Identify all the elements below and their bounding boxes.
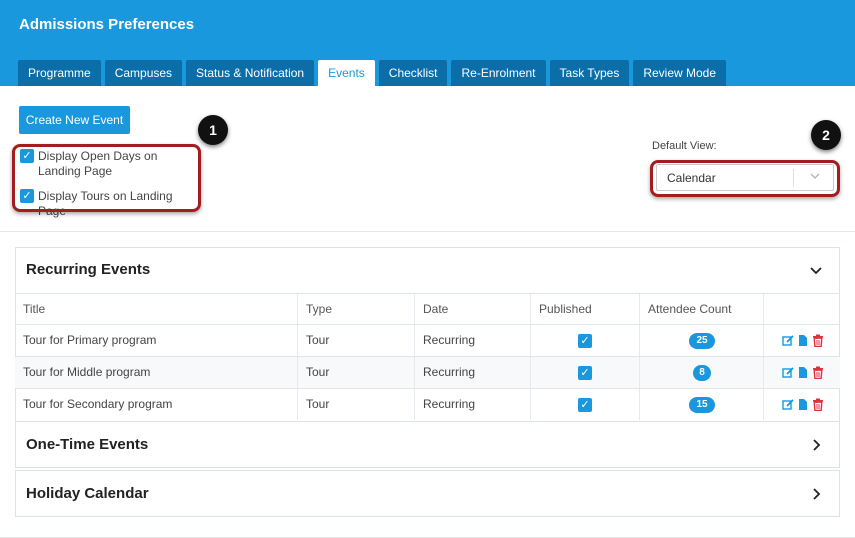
recurring-events-title: Recurring Events bbox=[26, 261, 151, 278]
trash-icon[interactable] bbox=[812, 398, 824, 411]
row-actions bbox=[764, 357, 840, 388]
tab-programme[interactable]: Programme bbox=[18, 60, 101, 86]
edit-icon[interactable] bbox=[782, 334, 794, 347]
holiday-calendar-panel[interactable]: Holiday Calendar bbox=[15, 470, 840, 517]
row-actions bbox=[764, 325, 840, 356]
column-attendee-count: Attendee Count bbox=[640, 294, 764, 324]
event-type: Tour bbox=[298, 389, 415, 420]
tab-campuses[interactable]: Campuses bbox=[104, 60, 183, 86]
document-icon[interactable] bbox=[797, 398, 809, 411]
default-view-label: Default View: bbox=[652, 140, 717, 152]
event-date: Recurring bbox=[415, 357, 531, 388]
tab-events[interactable]: Events bbox=[318, 60, 375, 86]
column-published: Published bbox=[531, 294, 640, 324]
published-checkbox[interactable]: ✓ bbox=[578, 398, 592, 412]
page-header: Admissions Preferences Programme Campuse… bbox=[0, 0, 855, 86]
chevron-down-icon[interactable] bbox=[809, 263, 823, 277]
row-actions bbox=[764, 389, 840, 420]
attendee-count-badge[interactable]: 25 bbox=[689, 333, 715, 349]
published-cell: ✓ bbox=[531, 389, 640, 420]
one-time-events-title: One-Time Events bbox=[26, 436, 149, 453]
callout-marker-2: 2 bbox=[811, 120, 841, 150]
document-icon[interactable] bbox=[797, 366, 809, 379]
attendee-count-cell: 15 bbox=[640, 389, 764, 420]
callout-highlight-2 bbox=[650, 160, 840, 197]
published-cell: ✓ bbox=[531, 325, 640, 356]
tab-bar: Programme Campuses Status & Notification… bbox=[18, 60, 730, 86]
event-date: Recurring bbox=[415, 389, 531, 420]
column-date: Date bbox=[415, 294, 531, 324]
callout-highlight-1 bbox=[12, 144, 201, 212]
attendee-count-cell: 8 bbox=[640, 357, 764, 388]
page-title: Admissions Preferences bbox=[19, 16, 195, 33]
tab-re-enrolment[interactable]: Re-Enrolment bbox=[451, 60, 546, 86]
column-actions bbox=[764, 294, 840, 324]
attendee-count-badge[interactable]: 8 bbox=[693, 365, 711, 381]
table-header: Title Type Date Published Attendee Count bbox=[15, 293, 840, 324]
divider bbox=[0, 231, 855, 232]
holiday-calendar-title: Holiday Calendar bbox=[26, 485, 149, 502]
table-row: Tour for Secondary program Tour Recurrin… bbox=[15, 388, 840, 420]
chevron-right-icon[interactable] bbox=[809, 438, 823, 452]
chevron-right-icon[interactable] bbox=[809, 487, 823, 501]
event-title: Tour for Secondary program bbox=[15, 389, 298, 420]
table-row: Tour for Middle program Tour Recurring ✓… bbox=[15, 356, 840, 388]
event-title: Tour for Primary program bbox=[15, 325, 298, 356]
trash-icon[interactable] bbox=[812, 334, 824, 347]
event-type: Tour bbox=[298, 325, 415, 356]
create-new-event-button[interactable]: Create New Event bbox=[19, 106, 130, 134]
attendee-count-cell: 25 bbox=[640, 325, 764, 356]
event-date: Recurring bbox=[415, 325, 531, 356]
attendee-count-badge[interactable]: 15 bbox=[689, 397, 715, 413]
callout-marker-1: 1 bbox=[198, 115, 228, 145]
document-icon[interactable] bbox=[797, 334, 809, 347]
event-title: Tour for Middle program bbox=[15, 357, 298, 388]
tab-checklist[interactable]: Checklist bbox=[378, 60, 448, 86]
edit-icon[interactable] bbox=[782, 366, 794, 379]
tab-status-notification[interactable]: Status & Notification bbox=[186, 60, 315, 86]
one-time-events-panel[interactable]: One-Time Events bbox=[15, 421, 840, 468]
recurring-events-table: Title Type Date Published Attendee Count… bbox=[15, 293, 840, 420]
edit-icon[interactable] bbox=[782, 398, 794, 411]
event-type: Tour bbox=[298, 357, 415, 388]
trash-icon[interactable] bbox=[812, 366, 824, 379]
tab-review-mode[interactable]: Review Mode bbox=[633, 60, 727, 86]
table-row: Tour for Primary program Tour Recurring … bbox=[15, 324, 840, 356]
column-title: Title bbox=[15, 294, 298, 324]
column-type: Type bbox=[298, 294, 415, 324]
tab-task-types[interactable]: Task Types bbox=[549, 60, 630, 86]
published-cell: ✓ bbox=[531, 357, 640, 388]
published-checkbox[interactable]: ✓ bbox=[578, 334, 592, 348]
published-checkbox[interactable]: ✓ bbox=[578, 366, 592, 380]
